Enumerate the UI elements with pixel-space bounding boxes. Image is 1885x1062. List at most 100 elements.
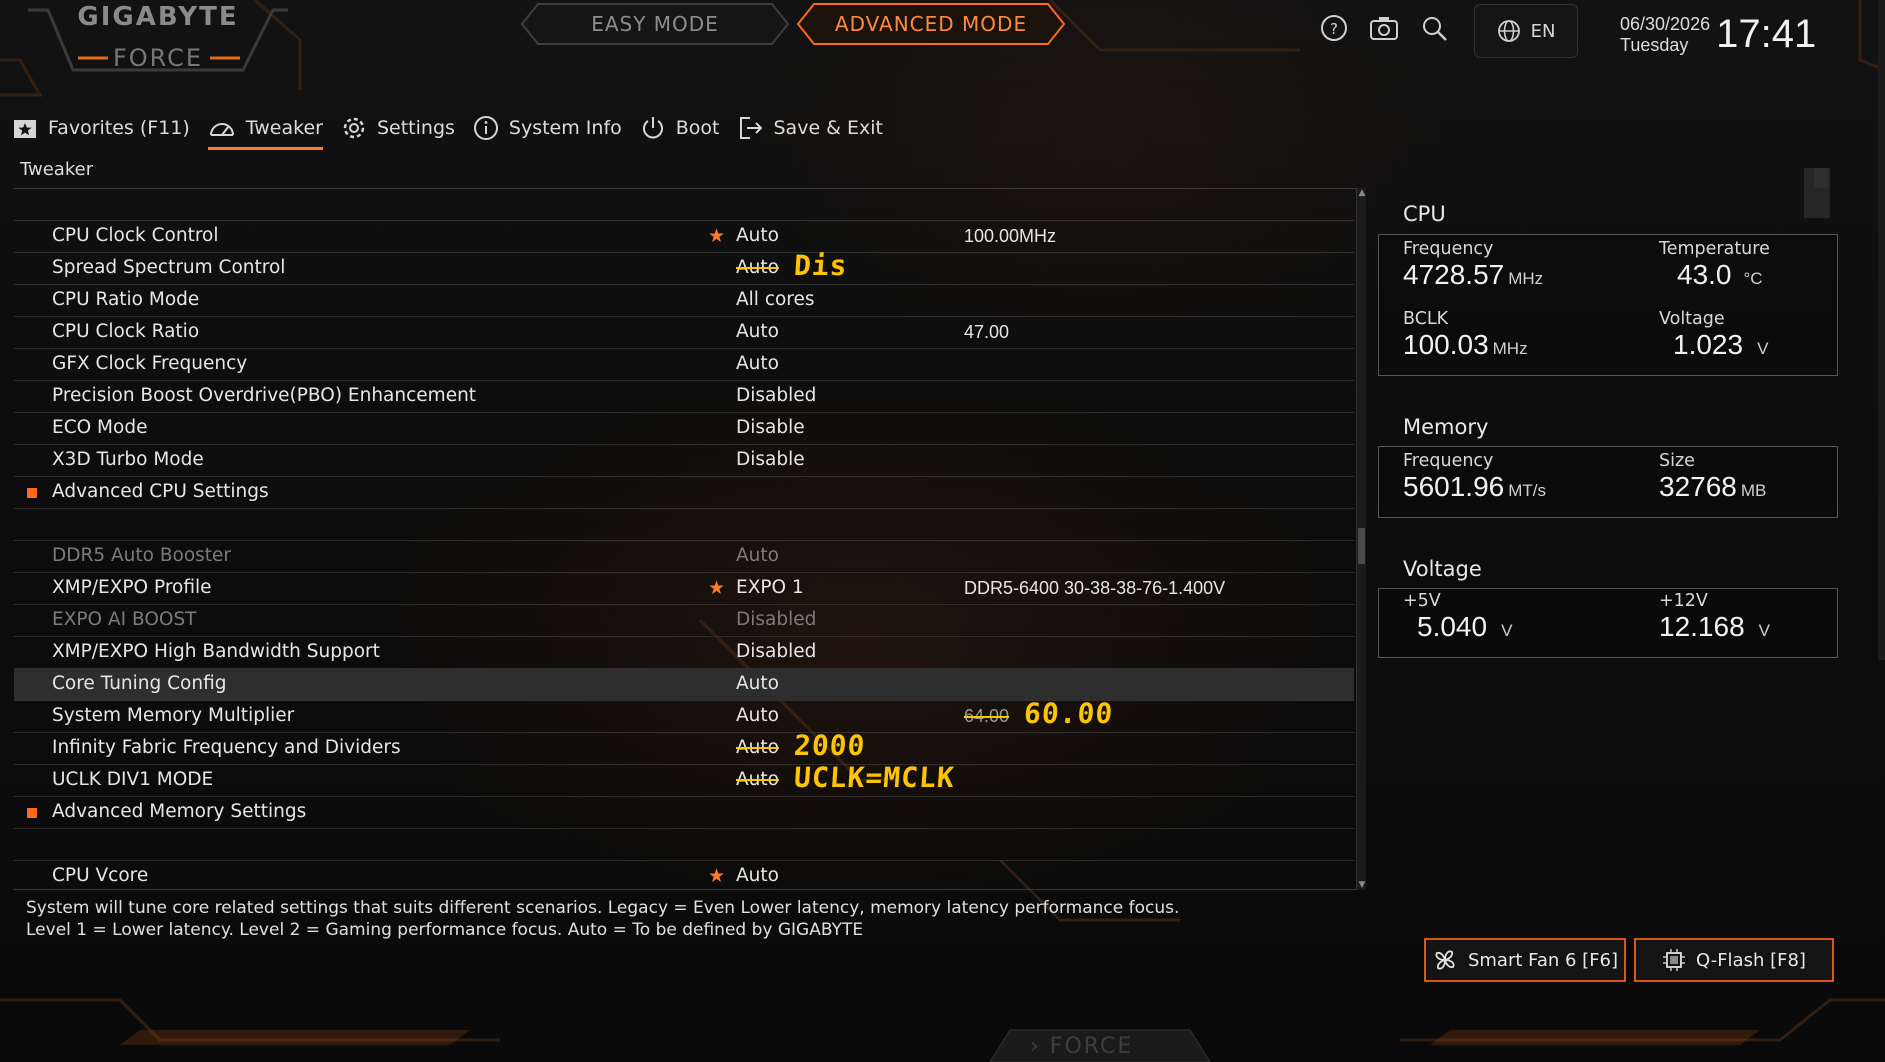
setting-value[interactable]: Auto: [736, 353, 779, 374]
setting-name: XMP/EXPO High Bandwidth Support: [52, 641, 380, 662]
gear-icon: [343, 117, 365, 139]
setting-name: CPU Vcore: [52, 865, 149, 886]
setting-value[interactable]: Disable: [736, 449, 805, 470]
setting-name: EXPO AI BOOST: [52, 609, 197, 630]
tab-tweaker[interactable]: Tweaker: [207, 110, 324, 150]
setting-name: System Memory Multiplier: [52, 705, 295, 726]
cpu-voltage-label: Voltage: [1659, 309, 1725, 329]
setting-value[interactable]: Disable: [736, 417, 805, 438]
memory-frequency-label: Frequency: [1403, 451, 1494, 471]
advanced-mode-tab[interactable]: ADVANCED MODE: [796, 2, 1066, 46]
setting-name: X3D Turbo Mode: [52, 449, 204, 470]
voltage-5v-label: +5V: [1403, 591, 1441, 611]
settings-scrollbar[interactable]: ▲ ▼: [1356, 188, 1366, 890]
voltage-5v-value: 5.040: [1417, 611, 1488, 642]
handwritten-annotation: 60.00: [1022, 697, 1115, 730]
star-folder-icon: [14, 120, 36, 138]
help-icon[interactable]: ?: [1318, 12, 1350, 44]
tab-boot[interactable]: Boot: [640, 110, 720, 146]
cpu-bclk-label: BCLK: [1403, 309, 1449, 329]
date-block: 06/30/2026 Tuesday: [1620, 14, 1710, 56]
setting-xmp-expo-high-bandwidth[interactable]: XMP/EXPO High Bandwidth Support Disabled: [14, 637, 1354, 669]
setting-expo-ai-boost: EXPO AI BOOST Disabled: [14, 605, 1354, 637]
setting-name: UCLK DIV1 MODE: [52, 769, 214, 790]
setting-value: Disabled: [736, 609, 817, 630]
setting-name: CPU Clock Control: [52, 225, 219, 246]
svg-text:?: ?: [1330, 20, 1338, 38]
cpu-frequency-unit: MHz: [1508, 269, 1544, 288]
setting-core-tuning-config[interactable]: Core Tuning Config Auto: [14, 669, 1354, 701]
setting-value[interactable]: Auto: [736, 865, 779, 886]
setting-x3d-turbo-mode[interactable]: X3D Turbo Mode Disable: [14, 445, 1354, 477]
setting-value[interactable]: Disabled: [736, 641, 816, 662]
tab-favorites-label: Favorites (F11): [48, 117, 190, 139]
list-spacer: [14, 189, 1354, 221]
easy-mode-tab[interactable]: EASY MODE: [520, 2, 790, 46]
tab-settings[interactable]: Settings: [341, 110, 455, 146]
setting-cpu-clock-ratio[interactable]: CPU Clock Ratio Auto 47.00: [14, 317, 1354, 349]
memory-frequency-unit: MT/s: [1508, 481, 1546, 500]
setting-eco-mode[interactable]: ECO Mode Disable: [14, 413, 1354, 445]
setting-ddr5-auto-booster: DDR5 Auto Booster Auto: [14, 541, 1354, 573]
setting-infinity-fabric-frequency[interactable]: Infinity Fabric Frequency and Dividers A…: [14, 729, 1354, 765]
brand-name: GIGABYTE: [77, 2, 239, 32]
cpu-panel-title: CPU: [1403, 202, 1446, 226]
tab-system-info[interactable]: System Info: [473, 110, 622, 146]
setting-pbo-enhancement[interactable]: Precision Boost Overdrive(PBO) Enhanceme…: [14, 381, 1354, 413]
setting-value[interactable]: Auto: [736, 769, 779, 790]
scroll-thumb[interactable]: [1358, 528, 1365, 564]
setting-name: Spread Spectrum Control: [52, 257, 286, 278]
favorite-star-icon: ★: [708, 577, 726, 599]
setting-name: CPU Ratio Mode: [52, 289, 200, 310]
cpu-temperature-unit: °C: [1743, 269, 1763, 288]
setting-value[interactable]: EXPO 1: [736, 577, 804, 598]
handwritten-annotation: Dis: [792, 249, 849, 282]
memory-size: Size 32768 MB: [1659, 451, 1766, 503]
info-icon: [473, 116, 498, 140]
memory-size-value: 32768: [1659, 471, 1737, 502]
scroll-down-icon[interactable]: ▼: [1357, 880, 1367, 890]
favorite-star-icon: ★: [708, 225, 726, 247]
setting-name: Precision Boost Overdrive(PBO) Enhanceme…: [52, 385, 477, 406]
setting-value[interactable]: Auto: [736, 225, 779, 246]
date: 06/30/2026: [1620, 13, 1711, 34]
list-spacer: [14, 829, 1354, 861]
screenshot-camera-icon[interactable]: [1368, 12, 1400, 44]
setting-value[interactable]: Auto: [736, 673, 779, 694]
tab-settings-label: Settings: [376, 117, 455, 139]
setting-name: DDR5 Auto Booster: [52, 545, 232, 566]
search-icon[interactable]: [1418, 12, 1450, 44]
setting-spread-spectrum-control[interactable]: Spread Spectrum Control Auto Dis: [14, 249, 1354, 285]
setting-cpu-vcore[interactable]: CPU Vcore ★ Auto: [14, 861, 1354, 893]
setting-current-value: 100.00MHz: [964, 226, 1057, 246]
top-toolbar: ?: [1318, 12, 1450, 44]
setting-cpu-clock-control[interactable]: CPU Clock Control ★ Auto 100.00MHz: [14, 221, 1354, 253]
setting-value[interactable]: Auto: [736, 257, 779, 278]
scroll-up-icon[interactable]: ▲: [1357, 188, 1367, 198]
setting-system-memory-multiplier[interactable]: System Memory Multiplier Auto 64.00 60.0…: [14, 697, 1354, 733]
setting-value[interactable]: Auto: [736, 705, 779, 726]
tab-save-exit[interactable]: Save & Exit: [738, 110, 884, 146]
cpu-temperature: Temperature 43.0 °C: [1659, 239, 1770, 291]
voltage-panel-title: Voltage: [1403, 557, 1482, 581]
tab-favorites[interactable]: Favorites (F11): [12, 110, 190, 146]
setting-value[interactable]: Auto: [736, 737, 779, 758]
submenu-advanced-memory-settings[interactable]: Advanced Memory Settings: [14, 797, 1354, 829]
memory-size-label: Size: [1659, 451, 1695, 471]
setting-value[interactable]: Auto: [736, 321, 779, 342]
setting-value[interactable]: Disabled: [736, 385, 816, 406]
qflash-button[interactable]: Q-Flash [F8]: [1634, 938, 1834, 982]
cpu-voltage-unit: V: [1757, 339, 1769, 358]
setting-current-value: 47.00: [964, 322, 1010, 342]
tab-save-exit-label: Save & Exit: [773, 117, 884, 139]
voltage-12v-label: +12V: [1659, 591, 1708, 611]
setting-gfx-clock-frequency[interactable]: GFX Clock Frequency Auto: [14, 349, 1354, 381]
setting-value[interactable]: All cores: [736, 289, 815, 310]
setting-xmp-expo-profile[interactable]: XMP/EXPO Profile ★ EXPO 1 DDR5-6400 30-3…: [14, 573, 1354, 605]
memory-size-unit: MB: [1740, 481, 1767, 500]
submenu-advanced-cpu-settings[interactable]: Advanced CPU Settings: [14, 477, 1354, 509]
setting-uclk-div1-mode[interactable]: UCLK DIV1 MODE Auto UCLK=MCLK: [14, 761, 1354, 797]
setting-cpu-ratio-mode[interactable]: CPU Ratio Mode All cores: [14, 285, 1354, 317]
smart-fan-button[interactable]: Smart Fan 6 [F6]: [1424, 938, 1626, 982]
language-button[interactable]: EN: [1474, 4, 1578, 58]
